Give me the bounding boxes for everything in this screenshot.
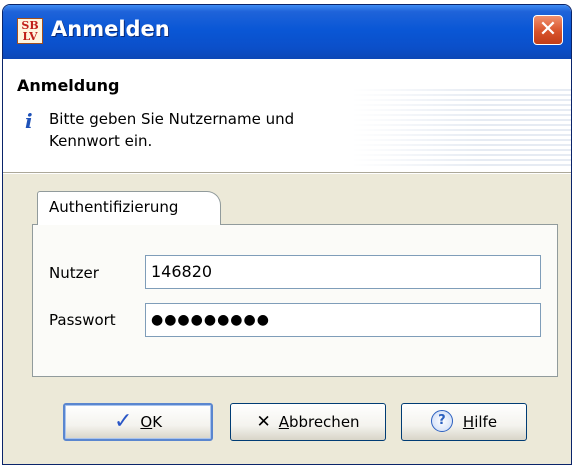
ok-button[interactable]: ✓ OK bbox=[63, 403, 213, 441]
close-icon: ✕ bbox=[538, 17, 558, 42]
ok-label: K bbox=[152, 413, 163, 431]
password-label: Passwort bbox=[49, 311, 116, 329]
header-message-line1: Bitte geben Sie Nutzername und bbox=[49, 110, 295, 128]
close-button[interactable]: ✕ bbox=[533, 15, 563, 45]
cancel-label: bbrechen bbox=[288, 413, 360, 431]
user-label: Nutzer bbox=[49, 264, 99, 282]
cancel-accelerator: A bbox=[278, 413, 289, 431]
ok-accelerator: O bbox=[140, 413, 153, 431]
dialog-header: Anmeldung i Bitte geben Sie Nutzername u… bbox=[3, 59, 571, 172]
tab-label: Authentifizierung bbox=[49, 198, 179, 216]
close-x-icon: ✕ bbox=[256, 412, 271, 432]
user-field[interactable]: 146820 bbox=[145, 255, 541, 289]
header-separator bbox=[3, 172, 571, 174]
header-message: Bitte geben Sie Nutzername und Kennwort … bbox=[49, 108, 369, 152]
header-title: Anmeldung bbox=[17, 76, 120, 95]
help-label: ilfe bbox=[474, 413, 498, 431]
help-accelerator: H bbox=[462, 413, 475, 431]
cancel-button[interactable]: ✕ Abbrechen bbox=[230, 403, 386, 441]
sbv-app-icon: SB LV bbox=[17, 18, 43, 44]
password-field[interactable]: ●●●●●●●●● bbox=[145, 303, 541, 337]
login-dialog: SB LV Anmelden ✕ Anmeldung i Bitte geben … bbox=[2, 4, 572, 465]
window-title: Anmelden bbox=[51, 17, 170, 41]
title-bar[interactable]: SB LV Anmelden ✕ bbox=[3, 5, 571, 59]
help-button[interactable]: ? Hilfe bbox=[401, 403, 527, 441]
info-icon: i bbox=[25, 109, 33, 133]
header-message-line2: Kennwort ein. bbox=[49, 132, 153, 150]
checkmark-icon: ✓ bbox=[113, 409, 133, 434]
tab-panel: Nutzer 146820 Passwort ●●●●●●●●● bbox=[32, 224, 558, 377]
help-question-icon: ? bbox=[430, 410, 453, 432]
tab-authentifizierung[interactable]: Authentifizierung bbox=[37, 191, 221, 225]
header-decoration bbox=[351, 89, 571, 169]
